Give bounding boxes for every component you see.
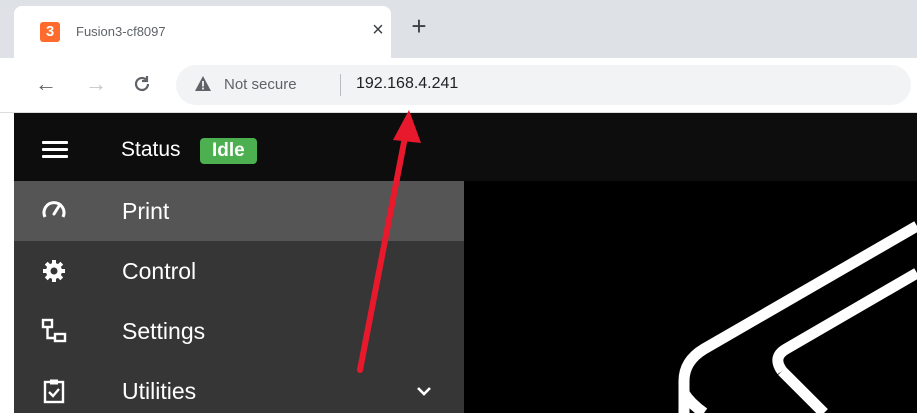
address-bar[interactable]: Not secure 192.168.4.241 — [176, 65, 911, 105]
browser-tab[interactable]: 3 Fusion3-cf8097 × — [14, 6, 391, 58]
hamburger-menu-icon[interactable] — [42, 141, 68, 159]
status-badge: Idle — [200, 138, 257, 164]
back-arrow-icon[interactable]: ← — [32, 70, 60, 98]
nav-label-settings: Settings — [122, 318, 206, 344]
reload-icon[interactable] — [128, 70, 156, 98]
fusion3-favicon-icon: 3 — [40, 22, 60, 42]
nav-item-settings[interactable]: Settings — [14, 301, 464, 361]
new-tab-button[interactable]: + — [404, 12, 434, 42]
nav-label-utilities: Utilities — [122, 378, 197, 404]
status-label: Status — [121, 138, 181, 161]
network-icon — [40, 317, 68, 345]
app-header: Status Idle — [14, 113, 917, 181]
gear-icon — [40, 257, 68, 285]
speedometer-icon — [40, 197, 68, 225]
clipboard-check-icon — [40, 377, 68, 405]
warning-triangle-icon[interactable] — [194, 75, 212, 93]
browser-toolbar: ← → Not secure 192.168.4.241 — [0, 58, 917, 113]
printer-illustration — [464, 181, 917, 413]
forward-arrow-icon[interactable]: → — [82, 70, 110, 98]
url-text[interactable]: 192.168.4.241 — [356, 75, 458, 93]
browser-tab-strip: 3 Fusion3-cf8097 × + — [0, 0, 917, 58]
nav-item-utilities[interactable]: Utilities — [14, 361, 464, 413]
omnibox-divider — [340, 74, 341, 96]
navigation-drawer: Print Control Settings Utilities — [14, 181, 464, 413]
nav-item-control[interactable]: Control — [14, 241, 464, 301]
nav-label-print: Print — [122, 198, 170, 224]
octoprint-app: Status Idle Print Control Settings Utili… — [14, 113, 917, 413]
security-label[interactable]: Not secure — [224, 76, 297, 93]
nav-label-control: Control — [122, 258, 197, 284]
printer-outline-graphic — [678, 221, 917, 413]
nav-item-print[interactable]: Print — [14, 181, 464, 241]
tab-close-icon[interactable]: × — [366, 18, 390, 42]
chevron-down-icon[interactable] — [414, 381, 434, 401]
tab-title: Fusion3-cf8097 — [76, 24, 166, 39]
